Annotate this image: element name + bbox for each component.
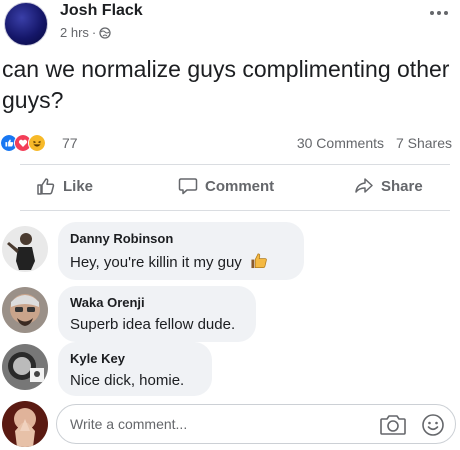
like-button[interactable]: Like: [36, 176, 93, 196]
comment-author[interactable]: Kyle Key: [70, 351, 200, 366]
comment-bubble: Kyle Key Nice dick, homie.: [58, 342, 212, 396]
divider: [20, 164, 450, 165]
commenter-avatar[interactable]: [2, 344, 48, 390]
more-options-icon[interactable]: [428, 8, 450, 18]
comment-text: Hey, you're killin it my guy: [70, 252, 292, 271]
comment-text: Superb idea fellow dude.: [70, 316, 236, 333]
post-text: can we normalize guys complimenting othe…: [2, 56, 450, 113]
shares-count[interactable]: 7 Shares: [396, 135, 452, 151]
comments-count[interactable]: 30 Comments: [297, 135, 384, 151]
share-label: Share: [381, 177, 423, 195]
comment-input-placeholder: Write a comment...: [70, 416, 188, 432]
comment-composer: Write a comment...: [0, 398, 460, 448]
thumbs-up-emoji-icon: [251, 253, 267, 269]
divider: [20, 210, 450, 211]
post-actions: Like Comment Share: [0, 170, 460, 206]
camera-icon[interactable]: [379, 413, 407, 437]
comment-icon: [178, 178, 198, 195]
comment-bubble: Waka Orenji Superb idea fellow dude.: [58, 286, 256, 342]
author-name[interactable]: Josh Flack: [60, 2, 143, 20]
reaction-icons[interactable]: [0, 134, 46, 152]
like-label: Like: [63, 177, 94, 195]
comment-author[interactable]: Danny Robinson: [70, 231, 292, 246]
meta-separator: ·: [91, 25, 97, 40]
author-avatar[interactable]: [4, 2, 48, 46]
commenter-avatar[interactable]: [2, 287, 48, 333]
post-header: Josh Flack 2 hrs ·: [0, 0, 460, 52]
comment-author[interactable]: Waka Orenji: [70, 295, 244, 310]
emoji-icon[interactable]: [421, 413, 445, 437]
haha-reaction-icon: [28, 134, 46, 152]
reactions-summary: 77 30 Comments 7 Shares: [0, 132, 460, 154]
current-user-avatar[interactable]: [2, 401, 48, 447]
comment-label: Comment: [205, 177, 275, 195]
share-button[interactable]: Share: [354, 176, 423, 196]
comment-text: Nice dick, homie.: [70, 372, 185, 389]
comment-bubble: Danny Robinson Hey, you're killin it my …: [58, 222, 304, 280]
globe-icon: [99, 26, 111, 39]
reaction-count[interactable]: 77: [62, 135, 78, 151]
thumbs-up-icon: [37, 178, 55, 195]
post-time[interactable]: 2 hrs: [60, 25, 89, 40]
share-arrow-icon: [355, 178, 373, 193]
post-meta: 2 hrs ·: [60, 25, 111, 40]
commenter-avatar[interactable]: [2, 226, 48, 272]
comment-button[interactable]: Comment: [178, 176, 274, 196]
comment-input[interactable]: Write a comment...: [56, 404, 456, 444]
